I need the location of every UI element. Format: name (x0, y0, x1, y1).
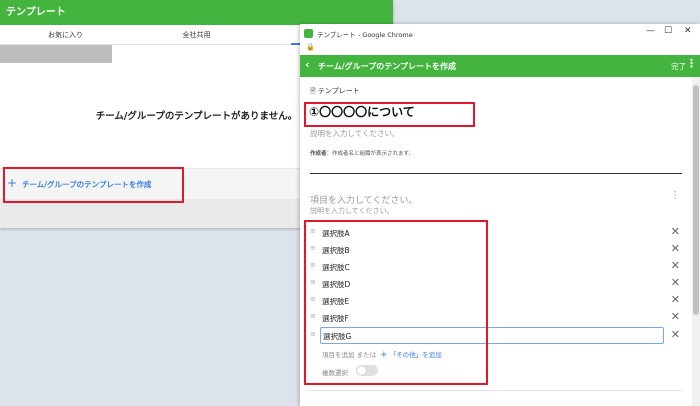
tab-company-shared[interactable]: 全社共用 (131, 25, 262, 44)
back-icon[interactable]: ‹ (305, 58, 310, 71)
tab-favorites[interactable]: お気に入り (0, 25, 131, 44)
remove-option-icon[interactable]: ✕ (671, 225, 680, 238)
app-header: ‹ チーム/グループのテンプレートを作成 完了 ⋮ (300, 55, 700, 77)
gray-placeholder-block (0, 45, 112, 63)
remove-option-icon[interactable]: ✕ (671, 328, 680, 341)
minimize-icon[interactable]: — (646, 26, 655, 36)
highlight-box-options (304, 220, 488, 385)
remove-option-icon[interactable]: ✕ (671, 242, 680, 255)
window-title: テンプレート (0, 0, 393, 25)
chrome-window-title: テンプレート - Google Chrome (317, 31, 413, 39)
highlight-box-create (3, 167, 184, 203)
author-note: ：作成者名と組織が表示されます。 (326, 151, 414, 157)
done-button[interactable]: 完了 (671, 61, 686, 72)
maximize-icon[interactable]: ☐ (664, 26, 672, 36)
highlight-box-title (304, 102, 475, 127)
chrome-window: テンプレート - Google Chrome — ☐ ✕ 🔒 ‹ チーム/グルー… (300, 24, 700, 406)
description-field[interactable]: 説明を入力してください。 (310, 128, 400, 139)
scrollbar-thumb[interactable] (693, 85, 699, 315)
app-favicon-icon (304, 29, 313, 38)
remove-option-icon[interactable]: ✕ (671, 276, 680, 289)
section-label: テンプレート (317, 87, 360, 95)
template-form: 🗎 テンプレート ①〇〇〇〇について 説明を入力してください。 作成者：作成者名… (300, 77, 692, 406)
remove-option-icon[interactable]: ✕ (671, 259, 680, 272)
section-header: 🗎 テンプレート (310, 86, 360, 98)
divider (310, 173, 682, 174)
remove-option-icon[interactable]: ✕ (671, 293, 680, 306)
item-description-field[interactable]: 説明を入力してください。 (310, 206, 394, 216)
item-menu-icon[interactable]: ⋮ (670, 190, 680, 201)
divider (310, 390, 682, 391)
author-info: 作成者：作成者名と組織が表示されます。 (310, 149, 414, 157)
author-label: 作成者 (310, 151, 327, 157)
document-icon: 🗎 (310, 87, 316, 95)
remove-option-icon[interactable]: ✕ (671, 310, 680, 323)
close-icon[interactable]: ✕ (684, 26, 692, 36)
scrollbar[interactable] (692, 77, 700, 406)
lock-icon: 🔒 (306, 43, 315, 51)
address-bar: 🔒 (300, 43, 700, 55)
page-title: チーム/グループのテンプレートを作成 (318, 62, 456, 71)
more-menu-icon[interactable]: ⋮ (686, 57, 697, 70)
item-title-field[interactable]: 項目を入力してください。 (310, 193, 417, 206)
chrome-titlebar: テンプレート - Google Chrome — ☐ ✕ (300, 24, 700, 43)
